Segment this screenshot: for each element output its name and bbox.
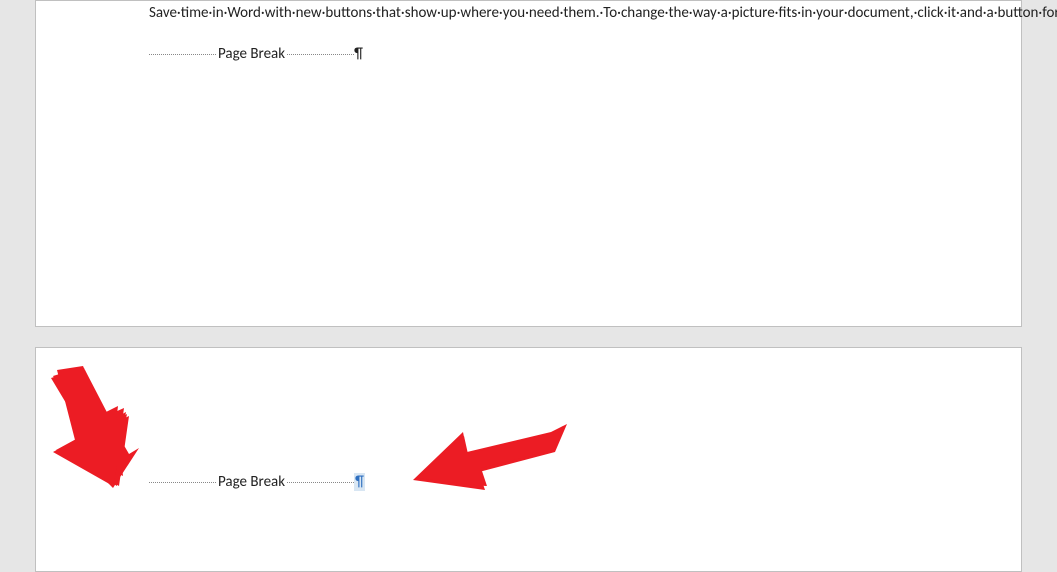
page-gap [0, 327, 1057, 347]
page-break-label: Page Break [216, 45, 287, 63]
pilcrow-mark-selected[interactable]: ¶ [354, 473, 365, 491]
page-break-dotted-line-left [149, 482, 216, 483]
pilcrow-mark: ¶ [354, 45, 363, 63]
annotation-arrow-down-right [41, 366, 141, 488]
page-break-dotted-line-right [287, 54, 354, 55]
page-break-indicator-1[interactable]: Page Break ¶ [149, 44, 908, 64]
page-break-label: Page Break [216, 473, 287, 491]
document-page-1[interactable]: Save·time·in·Word·with·new·buttons·that·… [35, 0, 1022, 327]
page-break-dotted-line-left [149, 54, 216, 55]
page-break-dotted-line-right [287, 482, 354, 483]
page-1-content[interactable]: Save·time·in·Word·with·new·buttons·that·… [36, 1, 1021, 64]
document-page-2[interactable]: Page Break ¶ [35, 347, 1022, 572]
annotation-arrow-to-pilcrow [414, 426, 569, 492]
body-paragraph[interactable]: Save·time·in·Word·with·new·buttons·that·… [149, 1, 908, 24]
